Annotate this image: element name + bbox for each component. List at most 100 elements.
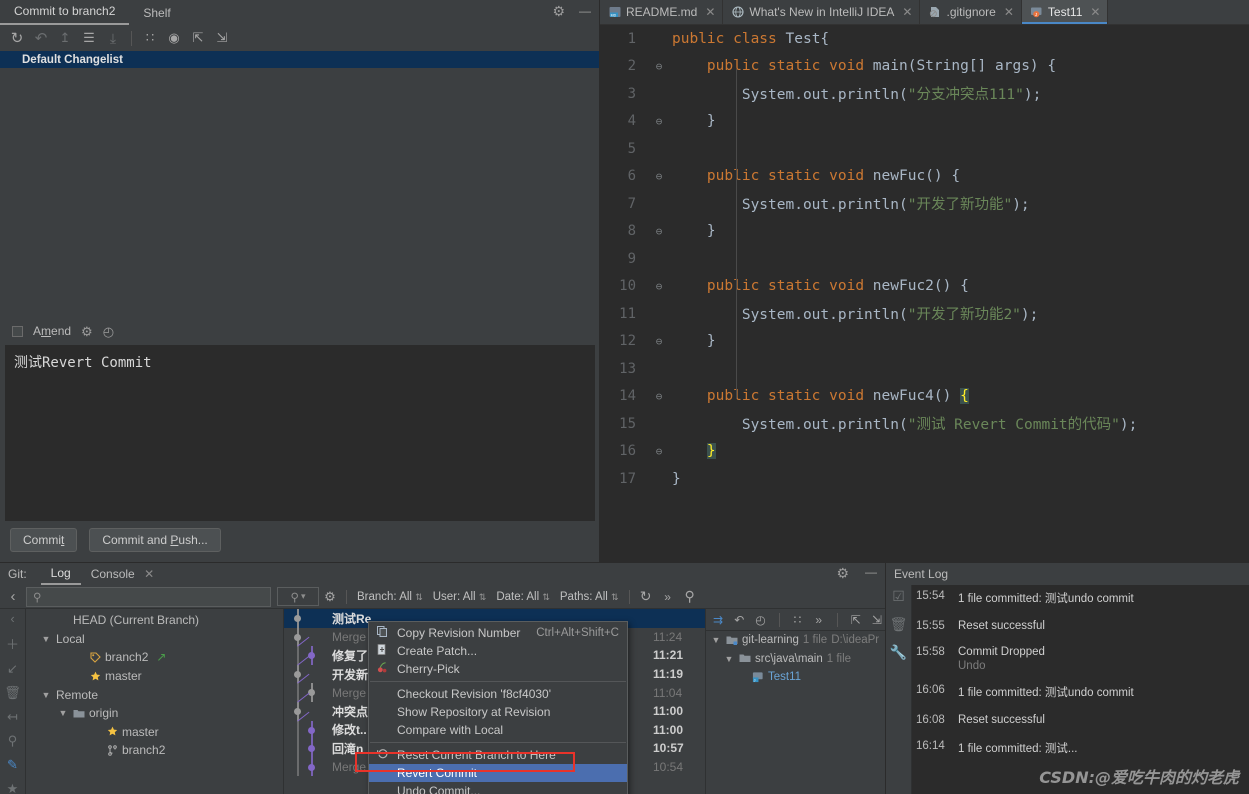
- context-menu-item[interactable]: Show Repository at Revision: [369, 703, 627, 721]
- context-menu-item[interactable]: Undo Commit...: [369, 782, 627, 794]
- commit-button[interactable]: Commit: [10, 528, 78, 552]
- group-by-icon[interactable]: ∷: [139, 27, 161, 49]
- revert-icon[interactable]: ↶: [731, 611, 747, 629]
- overflow-icon[interactable]: »: [657, 586, 679, 608]
- minimize-icon[interactable]: —: [579, 5, 591, 17]
- context-menu-item[interactable]: Cherry-Pick: [369, 660, 627, 678]
- context-menu-item[interactable]: Create Patch...: [369, 642, 627, 660]
- tab-readme-md[interactable]: MD README.md ✕: [600, 0, 724, 24]
- changes-tree[interactable]: ▼ git-learning 1 file D:\ideaPr ▼ src\java\ma…: [706, 631, 885, 687]
- refresh-icon[interactable]: ↻: [635, 586, 657, 608]
- group-by-icon[interactable]: ∷: [789, 611, 805, 629]
- filter-branch[interactable]: Branch: All ⇅: [352, 591, 428, 603]
- log-filter-search-box[interactable]: ⚲ ▾: [277, 587, 319, 606]
- code-editor[interactable]: 1 public class Test{2 ⊖ public static void…: [600, 25, 1249, 562]
- delete-icon[interactable]: 🗑: [4, 685, 21, 701]
- filter-paths[interactable]: Paths: All ⇅: [555, 591, 624, 603]
- tab-commit-to-branch2[interactable]: Commit to branch2: [0, 0, 130, 25]
- close-icon[interactable]: ✕: [144, 567, 154, 581]
- changelist-default[interactable]: Default Changelist: [0, 51, 599, 68]
- settings-icon[interactable]: ⚙: [836, 566, 849, 580]
- commit-and-push-button[interactable]: Commit and Push...: [89, 528, 221, 552]
- add-icon[interactable]: ＋: [6, 634, 19, 653]
- settings-icon[interactable]: ⚙: [552, 4, 565, 18]
- collapse-panel-icon[interactable]: ‹: [10, 611, 14, 626]
- expand-all-icon[interactable]: ⇱: [187, 27, 209, 49]
- context-menu-item[interactable]: Copy Revision Number Ctrl+Alt+Shift+C: [369, 624, 627, 642]
- tab-shelf[interactable]: Shelf: [129, 2, 184, 25]
- shelve-icon[interactable]: ↥: [54, 27, 76, 49]
- changes-tree-item[interactable]: ▼ src\java\main 1 file: [706, 650, 885, 669]
- branch-tree[interactable]: HEAD (Current Branch) ▼ Local branch2 ↗ maste…: [26, 609, 284, 794]
- context-menu-item[interactable]: Checkout Revision 'f8cf4030': [369, 685, 627, 703]
- find-icon[interactable]: ⚲: [679, 586, 701, 608]
- changed-files-list[interactable]: [0, 68, 599, 320]
- event-log-entry[interactable]: 16:14 1 file committed: 测试...: [912, 738, 1249, 758]
- branch-tree-item[interactable]: branch2: [26, 741, 283, 760]
- commit-message-input[interactable]: 测试Revert Commit: [5, 345, 595, 521]
- context-menu-item[interactable]: Reset Current Branch to Here: [369, 746, 627, 764]
- close-icon[interactable]: ✕: [902, 5, 912, 19]
- tab-log[interactable]: Log: [40, 564, 81, 585]
- overflow-icon[interactable]: »: [811, 611, 827, 629]
- fold-marker-icon[interactable]: ⊖: [646, 115, 672, 128]
- filter-date[interactable]: Date: All ⇅: [491, 591, 555, 603]
- collapse-all-icon[interactable]: ⇲: [211, 27, 233, 49]
- clear-all-icon[interactable]: 🗑: [890, 616, 908, 633]
- branch-tree-item[interactable]: HEAD (Current Branch): [26, 611, 283, 630]
- event-log-entry[interactable]: 15:55 Reset successful: [912, 618, 1249, 634]
- chevron-down-icon[interactable]: ▼: [710, 635, 722, 645]
- minimize-icon[interactable]: —: [865, 566, 877, 580]
- expand-diff-icon[interactable]: ⇉: [710, 611, 726, 629]
- branch-tree-item[interactable]: branch2 ↗: [26, 648, 283, 667]
- tab-console[interactable]: Console ✕: [81, 565, 164, 584]
- mark-read-icon[interactable]: ☑: [892, 588, 905, 605]
- download-icon[interactable]: ⤓: [102, 27, 124, 49]
- context-menu-item[interactable]: Revert Commit: [369, 764, 627, 782]
- log-settings-icon[interactable]: ⚙: [319, 586, 341, 608]
- preview-diff-icon[interactable]: ◉: [163, 27, 185, 49]
- event-log-entry[interactable]: 15:58 Commit Dropped: [912, 644, 1249, 660]
- collapse-all-icon[interactable]: ⇲: [869, 611, 885, 629]
- tab-gitignore[interactable]: .gitignore ✕: [920, 0, 1022, 24]
- fold-marker-icon[interactable]: ⊖: [646, 335, 672, 348]
- branch-tree-item[interactable]: master: [26, 667, 283, 686]
- branch-tree-item[interactable]: master: [26, 723, 283, 742]
- branch-tree-item[interactable]: ▼ origin: [26, 704, 283, 723]
- filter-user[interactable]: User: All ⇅: [428, 591, 492, 603]
- history-icon[interactable]: ◴: [752, 611, 768, 629]
- branch-tree-item[interactable]: ▼ Local: [26, 630, 283, 649]
- search-icon[interactable]: ⚲: [8, 733, 18, 749]
- amend-checkbox[interactable]: [12, 325, 23, 337]
- commit-options-icon[interactable]: ⚙: [81, 325, 93, 338]
- expand-all-icon[interactable]: ⇱: [848, 611, 864, 629]
- tab-whats-new[interactable]: What's New in IntelliJ IDEA ✕: [723, 0, 921, 24]
- fold-marker-icon[interactable]: ⊖: [646, 445, 672, 458]
- chevron-down-icon[interactable]: ▼: [40, 634, 52, 644]
- favorite-icon[interactable]: ★: [7, 781, 19, 794]
- log-search-input[interactable]: ⚲: [26, 586, 271, 607]
- event-log-list[interactable]: 15:54 1 file committed: 测试undo commit 15:5…: [912, 585, 1249, 794]
- event-log-entry[interactable]: 16:06 1 file committed: 测试undo commit: [912, 682, 1249, 702]
- tab-test11[interactable]: J Test11 ✕: [1021, 0, 1109, 24]
- fold-marker-icon[interactable]: ⊖: [646, 390, 672, 403]
- fold-marker-icon[interactable]: ⊖: [646, 60, 672, 73]
- chevron-down-icon[interactable]: ▼: [40, 690, 52, 700]
- event-log-entry[interactable]: 16:08 Reset successful: [912, 712, 1249, 728]
- edit-icon[interactable]: ✎: [7, 757, 18, 773]
- history-icon[interactable]: ◴: [103, 325, 114, 338]
- collapse-branches-icon[interactable]: ‹: [0, 588, 26, 605]
- fold-marker-icon[interactable]: ⊖: [646, 225, 672, 238]
- settings-wrench-icon[interactable]: 🔧: [890, 644, 907, 661]
- diff-icon[interactable]: ☰: [78, 27, 100, 49]
- branch-tree-item[interactable]: ▼ Remote: [26, 685, 283, 704]
- rollback-icon[interactable]: ↶: [30, 27, 52, 49]
- close-icon[interactable]: ✕: [705, 5, 715, 19]
- merge-icon[interactable]: ↤: [7, 709, 18, 725]
- close-icon[interactable]: ✕: [1004, 5, 1014, 19]
- refresh-icon[interactable]: ↻: [6, 27, 28, 49]
- changes-tree-item[interactable]: ▼ git-learning 1 file D:\ideaPr: [706, 631, 885, 650]
- commit-context-menu[interactable]: Copy Revision Number Ctrl+Alt+Shift+C Crea…: [368, 621, 628, 794]
- checkout-icon[interactable]: ↙: [7, 661, 18, 677]
- context-menu-item[interactable]: Compare with Local: [369, 721, 627, 739]
